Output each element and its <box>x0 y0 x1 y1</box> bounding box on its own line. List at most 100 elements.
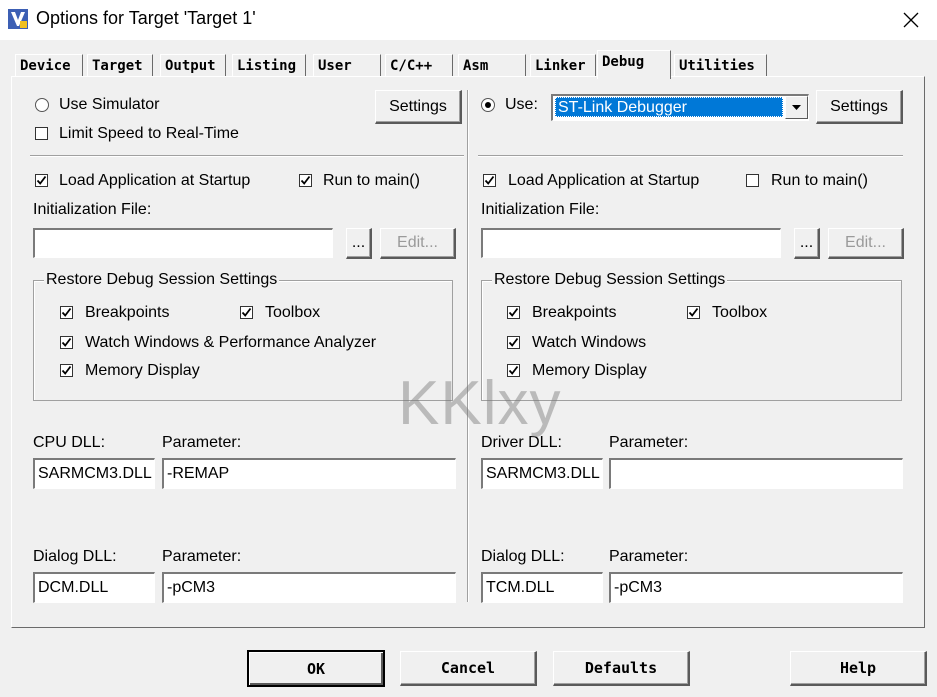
watermark-text: KKlxy <box>398 369 562 438</box>
dialog-param-label-right: Parameter: <box>609 548 689 565</box>
use-simulator-radio[interactable] <box>35 98 49 112</box>
breakpoints-label-right: Breakpoints <box>532 304 617 321</box>
limit-speed-checkbox[interactable] <box>35 127 48 140</box>
tab-target[interactable]: Target <box>87 54 153 76</box>
checkmark-icon <box>61 307 72 317</box>
title-bar: Options for Target 'Target 1' <box>0 0 937 40</box>
dialog-dll-label-right: Dialog DLL: <box>481 548 565 565</box>
debugger-settings-button[interactable]: Settings <box>816 90 903 124</box>
dialog-dll-label: Dialog DLL: <box>33 548 117 565</box>
tab-debug[interactable]: Debug <box>597 50 671 79</box>
watch-windows-label-right: Watch Windows <box>532 334 647 351</box>
watch-windows-checkbox-right[interactable] <box>507 336 520 349</box>
dialog-param-input-right[interactable]: -pCM3 <box>609 572 903 603</box>
dialog-dll-input[interactable]: DCM.DLL <box>33 572 155 603</box>
checkmark-icon <box>36 175 47 185</box>
run-to-main-checkbox-right[interactable] <box>746 174 759 187</box>
toolbox-checkbox[interactable] <box>240 306 253 319</box>
restore-settings-title: Restore Debug Session Settings <box>44 271 280 289</box>
dialog-param-label: Parameter: <box>162 548 242 565</box>
driver-param-input[interactable] <box>609 458 903 489</box>
tab-label: User <box>318 58 352 74</box>
defaults-button[interactable]: Defaults <box>553 651 690 686</box>
cancel-button[interactable]: Cancel <box>400 651 537 686</box>
tab-label: Debug <box>602 54 645 70</box>
init-file-label: Initialization File: <box>33 201 152 218</box>
dropdown-arrow-button[interactable] <box>785 96 808 119</box>
debugger-selected-value: ST-Link Debugger <box>555 97 783 117</box>
tab-output[interactable]: Output <box>160 54 226 76</box>
memory-display-checkbox[interactable] <box>60 364 73 377</box>
init-file-input-right[interactable] <box>481 228 781 258</box>
init-file-label-right: Initialization File: <box>481 201 600 218</box>
load-app-checkbox-right[interactable] <box>483 174 496 187</box>
init-file-edit-button-right[interactable]: Edit... <box>828 228 904 259</box>
init-file-edit-button[interactable]: Edit... <box>380 228 456 259</box>
breakpoints-checkbox[interactable] <box>60 306 73 319</box>
watch-windows-label: Watch Windows & Performance Analyzer <box>85 334 377 351</box>
restore-settings-title-right: Restore Debug Session Settings <box>492 271 728 289</box>
tab-label: Output <box>165 58 216 74</box>
simulator-settings-button[interactable]: Settings <box>375 90 462 124</box>
limit-speed-label: Limit Speed to Real-Time <box>59 125 239 142</box>
tab-asm[interactable]: Asm <box>458 54 526 76</box>
column-divider <box>467 90 469 602</box>
run-to-main-label-right: Run to main() <box>771 172 868 189</box>
run-to-main-checkbox[interactable] <box>299 174 312 187</box>
cpu-param-input[interactable]: -REMAP <box>162 458 456 489</box>
separator <box>478 155 903 157</box>
window-title: Options for Target 'Target 1' <box>36 8 256 28</box>
help-button[interactable]: Help <box>790 651 927 686</box>
cpu-dll-label: CPU DLL: <box>33 434 106 451</box>
tab-device[interactable]: Device <box>15 54 83 76</box>
checkmark-icon <box>61 337 72 347</box>
close-icon <box>903 12 919 28</box>
debugger-select[interactable]: ST-Link Debugger <box>551 94 809 121</box>
checkmark-icon <box>300 175 311 185</box>
chevron-down-icon <box>792 105 801 110</box>
use-simulator-label: Use Simulator <box>59 96 160 113</box>
memory-display-label: Memory Display <box>85 362 200 379</box>
tab-label: Linker <box>535 58 586 74</box>
close-button[interactable] <box>885 0 937 40</box>
tab-user[interactable]: User <box>313 54 381 76</box>
dialog-dll-input-right[interactable]: TCM.DLL <box>481 572 603 603</box>
checkmark-icon <box>241 307 252 317</box>
app-icon <box>8 9 28 29</box>
tab-label: Utilities <box>679 58 755 74</box>
init-file-input[interactable] <box>33 228 333 258</box>
ok-button[interactable]: OK <box>247 650 385 687</box>
tab-label: Target <box>92 58 143 74</box>
checkmark-icon <box>688 307 699 317</box>
checkmark-icon <box>61 365 72 375</box>
tab-utilities[interactable]: Utilities <box>674 54 767 76</box>
load-app-label-right: Load Application at Startup <box>508 172 700 189</box>
toolbox-label-right: Toolbox <box>712 304 768 321</box>
run-to-main-label: Run to main() <box>323 172 420 189</box>
checkmark-icon <box>508 337 519 347</box>
tab-label: Listing <box>237 58 297 74</box>
driver-param-label: Parameter: <box>609 434 689 451</box>
tab-label: Asm <box>463 58 489 74</box>
checkmark-icon <box>484 175 495 185</box>
tab-linker[interactable]: Linker <box>530 54 596 76</box>
separator <box>30 155 464 157</box>
use-debugger-radio[interactable] <box>481 98 495 112</box>
cpu-dll-input[interactable]: SARMCM3.DLL <box>33 458 155 489</box>
init-file-browse-button-right[interactable]: ... <box>794 228 820 259</box>
tab-c-cpp[interactable]: C/C++ <box>385 54 453 76</box>
init-file-browse-button[interactable]: ... <box>346 228 372 259</box>
dialog-param-input[interactable]: -pCM3 <box>162 572 456 603</box>
use-label: Use: <box>505 96 538 113</box>
toolbox-checkbox-right[interactable] <box>687 306 700 319</box>
toolbox-label: Toolbox <box>265 304 321 321</box>
load-app-label: Load Application at Startup <box>59 172 251 189</box>
driver-dll-input[interactable]: SARMCM3.DLL <box>481 458 603 489</box>
tab-listing[interactable]: Listing <box>232 54 306 76</box>
watch-windows-checkbox[interactable] <box>60 336 73 349</box>
cpu-param-label: Parameter: <box>162 434 242 451</box>
load-app-checkbox[interactable] <box>35 174 48 187</box>
tab-label: Device <box>20 58 71 74</box>
breakpoints-label: Breakpoints <box>85 304 170 321</box>
breakpoints-checkbox-right[interactable] <box>507 306 520 319</box>
